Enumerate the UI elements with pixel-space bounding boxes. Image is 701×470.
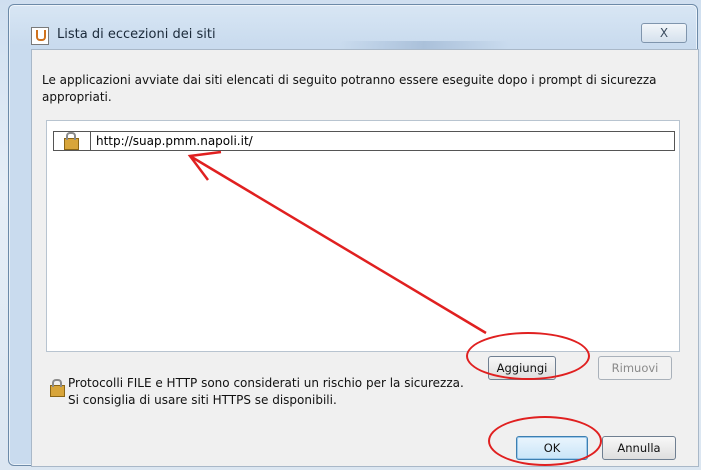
unlocked-padlock-icon (56, 132, 90, 150)
site-list[interactable]: http://suap.pmm.napoli.it/ (46, 120, 680, 352)
site-list-row[interactable]: http://suap.pmm.napoli.it/ (53, 131, 675, 151)
remove-button[interactable]: Rimuovi (598, 356, 672, 380)
site-url[interactable]: http://suap.pmm.napoli.it/ (96, 133, 253, 149)
warning-line-1: Protocolli FILE e HTTP sono considerati … (68, 376, 464, 390)
warning-line-2: Si consiglia di usare siti HTTPS se disp… (68, 393, 337, 407)
site-exception-dialog: Lista di eccezioni dei siti X Le applica… (8, 4, 699, 467)
security-warning: Protocolli FILE e HTTP sono considerati … (68, 375, 464, 409)
dialog-title: Lista di eccezioni dei siti (57, 27, 216, 42)
annotation-circle-ok (488, 416, 602, 466)
title-glow (339, 41, 509, 49)
title-bar[interactable]: Lista di eccezioni dei siti X (9, 5, 697, 49)
row-divider (90, 132, 91, 150)
java-icon (31, 27, 49, 45)
cancel-button[interactable]: Annulla (602, 436, 676, 460)
dialog-body: Le applicazioni avviate dai siti elencat… (31, 49, 699, 467)
dialog-description: Le applicazioni avviate dai siti elencat… (42, 73, 657, 104)
annotation-circle-add (466, 332, 590, 380)
close-button[interactable]: X (641, 23, 687, 43)
unlocked-padlock-icon (48, 379, 65, 397)
